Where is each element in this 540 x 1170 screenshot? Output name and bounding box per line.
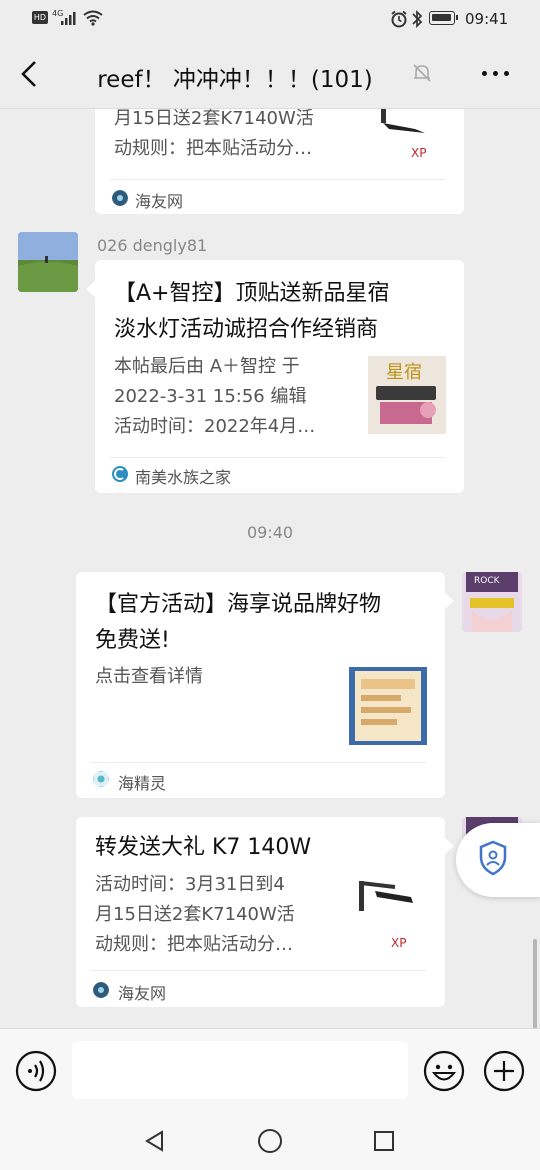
card-source: 海精灵 [118, 774, 167, 793]
signal-icon [61, 12, 76, 25]
lamp-image-icon: XP [381, 109, 426, 159]
card-thumbnail: 星宿 [368, 356, 446, 434]
avatar[interactable]: ROCK [462, 572, 522, 632]
card-desc-line: 月15日送2套K7140W活 [114, 109, 314, 129]
card-desc-line: 本帖最后由 A＋智控 于 [114, 356, 300, 377]
alarm-icon [391, 10, 407, 28]
card-desc-line: 点击查看详情 [95, 666, 203, 687]
scrollbar[interactable] [533, 939, 537, 1029]
voice-icon[interactable] [15, 1050, 57, 1092]
back-triangle-icon[interactable] [143, 1129, 167, 1153]
source-icon [112, 466, 128, 482]
emoji-icon[interactable] [423, 1050, 465, 1092]
card-source: 海友网 [118, 984, 167, 1003]
lamp-image-icon: XP [359, 881, 413, 950]
battery-icon [429, 11, 458, 25]
status-time: 09:41 [465, 10, 509, 28]
card-title-line: 【A+智控】顶贴送新品星宿 [114, 281, 390, 306]
wifi-icon [83, 10, 103, 26]
link-card[interactable]: 【A+智控】顶贴送新品星宿 淡水灯活动诚招合作经销商 本帖最后由 A＋智控 于 … [95, 260, 464, 493]
bell-off-icon [413, 64, 431, 82]
home-circle-icon[interactable] [257, 1128, 283, 1154]
avatar-text: ROCK [474, 576, 500, 586]
card-desc-line: 月15日送2套K7140W活 [95, 904, 295, 925]
source-icon [93, 982, 109, 998]
plus-icon[interactable] [483, 1050, 525, 1092]
link-card[interactable]: 月15日送2套K7140W活 动规则：把本贴活动分… XP 海友网 [95, 109, 464, 214]
bluetooth-icon [412, 9, 423, 29]
input-bar [0, 1028, 540, 1111]
system-nav-bar [0, 1110, 540, 1170]
link-card[interactable]: 【官方活动】海享说品牌好物 免费送! 点击查看详情 海精灵 [76, 572, 445, 871]
card-thumbnail: XP [351, 877, 425, 951]
card-desc-line: 2022-3-31 15:56 编辑 [114, 386, 307, 407]
link-card[interactable]: 转发送大礼 K7 140W 活动时间：3月31日到4 月15日送2套K7140W… [76, 817, 445, 1007]
card-desc-line: 动规则：把本贴活动分… [114, 138, 312, 159]
source-icon [93, 771, 109, 787]
message-input[interactable] [72, 1041, 408, 1099]
svg-text:XP: XP [411, 146, 426, 159]
status-bar: HD 4G 09:41 [0, 0, 540, 40]
card-thumbnail: XP [375, 109, 445, 159]
chat-header: reef！ 冲冲冲！！！(101) [0, 40, 540, 109]
card-desc-line: 活动时间：3月31日到4 [95, 874, 285, 895]
card-title-line: 【官方活动】海享说品牌好物 [95, 592, 382, 617]
card-title-line: 免费送! [95, 628, 170, 653]
sender-name: 026 dengly81 [97, 236, 208, 255]
hd-badge: HD [32, 11, 48, 24]
more-icon[interactable] [482, 70, 512, 78]
card-thumbnail [349, 667, 427, 745]
card-source: 南美水族之家 [135, 468, 232, 487]
message-timestamp: 09:40 [246, 523, 294, 542]
card-title-line: 转发送大礼 K7 140W [95, 835, 312, 860]
thumbnail-label: 星宿 [386, 362, 422, 383]
svg-text:XP: XP [391, 936, 406, 950]
card-source: 海友网 [135, 192, 184, 211]
card-desc-line: 动规则：把本贴活动分… [95, 934, 293, 955]
recents-square-icon[interactable] [373, 1130, 395, 1152]
card-title-line: 淡水灯活动诚招合作经销商 [114, 317, 379, 342]
shield-icon [479, 840, 507, 876]
avatar[interactable] [18, 232, 78, 292]
card-desc-line: 活动时间：2022年4月… [114, 416, 316, 437]
source-icon [112, 190, 128, 206]
floating-shield-button[interactable] [456, 823, 540, 897]
chat-list[interactable]: 月15日送2套K7140W活 动规则：把本贴活动分… XP 海友网 026 de… [0, 109, 540, 1029]
